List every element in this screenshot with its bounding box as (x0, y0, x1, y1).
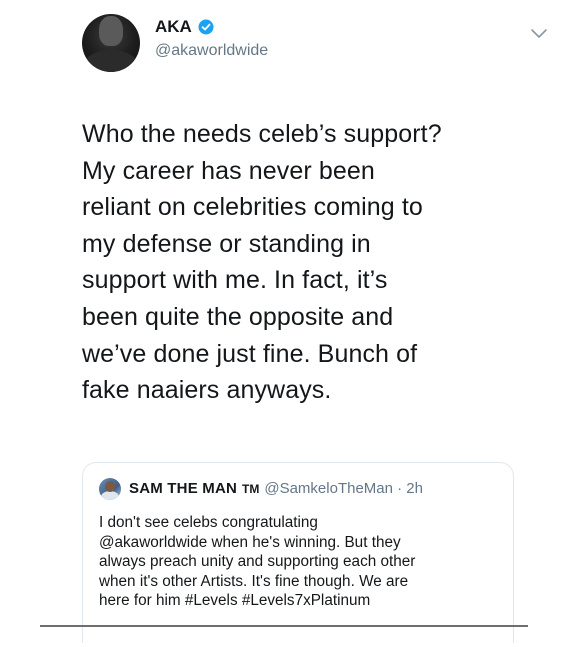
avatar-shoulders-shape (84, 50, 138, 72)
divider (40, 625, 528, 627)
author-avatar[interactable] (82, 14, 140, 72)
author-display-name[interactable]: AKA (155, 17, 192, 37)
chevron-down-icon[interactable] (530, 28, 548, 40)
quoted-avatar-face-shape (105, 481, 115, 492)
quoted-author-name: SAM THE MAN (129, 480, 238, 497)
tweet: AKA @akaworldwide Who the needs celeb’s … (0, 0, 587, 647)
quoted-author-avatar (99, 478, 121, 500)
tweet-text: Who the needs celeb’s support? My career… (82, 120, 442, 405)
author-handle[interactable]: @akaworldwide (155, 42, 268, 60)
verified-badge-icon (198, 19, 214, 35)
quoted-tweet-header: SAM THE MAN TM @SamkeloTheMan · 2h (129, 480, 423, 497)
quoted-author-handle-time: @SamkeloTheMan · 2h (264, 480, 423, 497)
author-display-name-row[interactable]: AKA (155, 17, 214, 37)
avatar-head-shape (99, 16, 123, 46)
quoted-tweet-card[interactable]: SAM THE MAN TM @SamkeloTheMan · 2h I don't… (82, 462, 514, 643)
quoted-tweet-text: I don't see celebs congratulating @akawo… (99, 514, 416, 609)
quoted-avatar-body-shape (101, 491, 119, 500)
quoted-author-name-suffix: TM (242, 482, 260, 496)
